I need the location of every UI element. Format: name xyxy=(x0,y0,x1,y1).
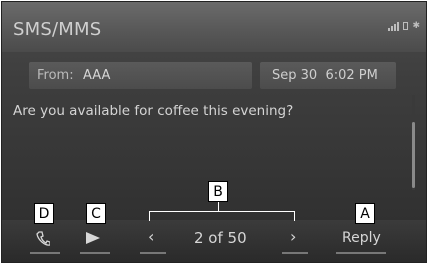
signal-icon xyxy=(388,21,400,31)
reply-button[interactable]: Reply xyxy=(342,230,381,246)
callout-b: B xyxy=(208,181,228,202)
bracket-b-stem xyxy=(218,202,219,211)
screen-title: SMS/MMS xyxy=(13,19,102,40)
play-button-underline xyxy=(80,252,110,254)
message-date: Sep 30 xyxy=(272,68,318,83)
status-icons: ✱ xyxy=(388,21,420,31)
prev-button-underline xyxy=(140,252,166,254)
battery-icon xyxy=(403,22,409,30)
timestamp-field: Sep 30 6:02 PM xyxy=(260,62,396,89)
page-indicator: 2 of 50 xyxy=(194,229,247,247)
callout-c: C xyxy=(86,203,106,224)
sender-name: AAA xyxy=(83,68,111,83)
header-bar: SMS/MMS ✱ xyxy=(2,2,426,52)
timestamp: Sep 30 6:02 PM xyxy=(272,68,378,83)
bracket-b-left xyxy=(149,211,150,221)
next-button-underline xyxy=(282,252,308,254)
play-icon[interactable] xyxy=(86,232,100,244)
message-time: 6:02 PM xyxy=(325,68,378,83)
chevron-left-icon[interactable]: ‹ xyxy=(148,227,154,246)
callout-a: A xyxy=(355,203,375,224)
phone-icon[interactable] xyxy=(36,231,50,247)
from-field: From: AAA xyxy=(29,62,252,89)
bracket-b-horizontal xyxy=(149,211,295,212)
call-button-underline xyxy=(30,252,60,254)
reply-button-underline xyxy=(336,252,386,254)
bluetooth-icon: ✱ xyxy=(412,21,420,31)
bracket-b-right xyxy=(294,211,295,221)
from-label: From: xyxy=(37,68,74,83)
message-body: Are you available for coffee this evenin… xyxy=(13,103,294,119)
chevron-right-icon[interactable]: › xyxy=(290,227,296,246)
callout-d: D xyxy=(34,203,54,224)
scrollbar-thumb[interactable] xyxy=(412,122,415,188)
